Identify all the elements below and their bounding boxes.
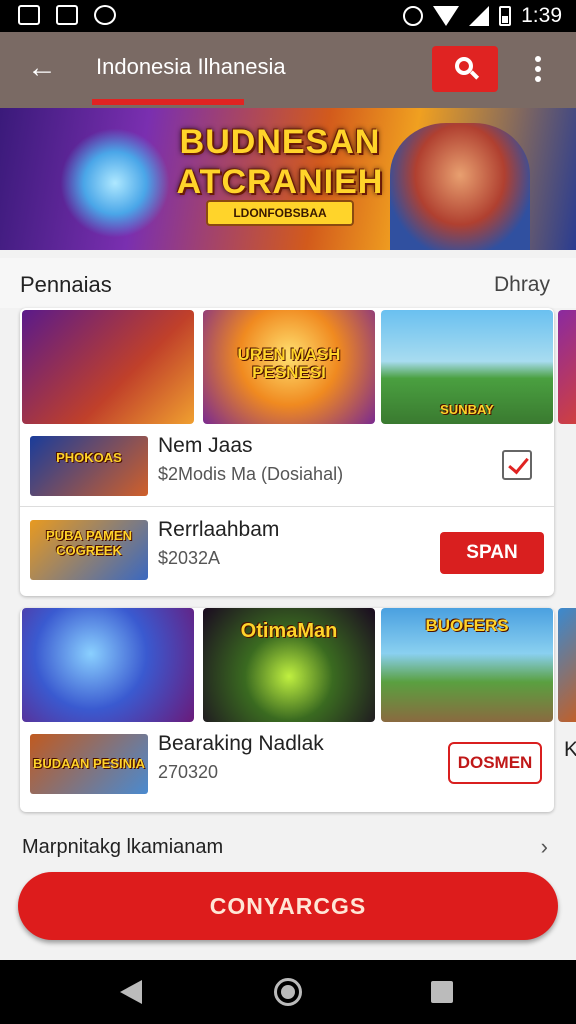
banner-hero-art [390,123,530,250]
dosmen-button[interactable]: DOSMEN [448,742,542,784]
thumbnail-row: OtimaMan BUOFERS [20,608,576,722]
promo-banner[interactable]: BUDNESAN ATCRANIEH LDONFOBSBAA [0,108,576,250]
section-header: Pennaias Dhray [0,258,576,308]
see-more-row[interactable]: Marpnitakg lkamianam › [0,822,576,872]
back-button[interactable]: ← [22,48,62,88]
search-button[interactable] [432,46,498,92]
arrow-left-icon: ← [27,51,57,84]
system-nav-bar [0,960,576,1024]
status-time: 1:39 [521,4,562,27]
tab-indicator [92,99,244,105]
section-title: Pennaias [20,272,112,297]
section-more-link[interactable]: Dhray [494,273,550,297]
next-thumbnail-peek[interactable] [558,310,576,424]
banner-title: BUDNESAN ATCRANIEH [176,123,384,201]
game-thumbnail[interactable]: BUOFERS [381,608,553,722]
item-price: 270320 [158,762,219,782]
cell-signal-icon [469,6,490,26]
page-title: Indonesia Ilhanesia [96,54,286,79]
game-thumbnail[interactable]: UREN MASH PESNESI [203,310,375,424]
list-item[interactable]: PUBA PAMEN COGREEK Rerrlaahbam $2032A SP… [20,508,554,594]
item-thumbnail: PUBA PAMEN COGREEK [30,520,148,580]
status-bar: 1:39 [0,0,576,32]
ball-notification-icon [94,5,116,25]
app-bar: ← Indonesia Ilhanesia [0,32,576,108]
game-thumbnail[interactable] [22,310,194,424]
item-thumbnail: PHOKOAS [30,436,148,496]
image-notification-icon [18,5,40,25]
span-button[interactable]: SPAN [440,532,544,574]
banner-subtitle: LDONFOBSBAA [206,200,354,226]
battery-icon [499,6,512,26]
item-name: Rerrlaahbam [158,518,280,541]
game-thumbnail[interactable] [22,608,194,722]
nav-home-icon[interactable] [274,978,302,1006]
item-checkbox[interactable] [502,450,532,480]
divider [20,506,554,507]
item-price: $2Modis Ma (Dosiahal) [158,464,344,484]
game-thumbnail[interactable]: SUNBAY [381,310,553,424]
banner-cannon-art [60,128,170,238]
item-price: $2032A [158,548,221,568]
list-item[interactable]: PHOKOAS Nem Jaas $2Modis Ma (Dosiahal) [20,424,554,510]
next-item-peek: K [564,738,576,761]
more-options-button[interactable] [528,52,548,88]
download-notification-icon [56,5,78,25]
next-thumbnail-peek[interactable] [558,608,576,722]
thumbnail-row: UREN MASH PESNESI SUNBAY [20,310,576,424]
primary-action-button[interactable]: CONYARCGS [18,872,558,940]
chevron-right-icon: › [540,834,548,859]
nav-back-icon[interactable] [120,980,142,1004]
item-thumbnail: BUDAAN PESINIA [30,734,148,794]
more-vertical-icon [535,56,541,62]
item-name: Bearaking Nadlak [158,732,324,755]
list-item[interactable]: BUDAAN PESINIA Bearaking Nadlak 270320 D… [20,722,554,808]
wifi-icon [433,6,460,26]
game-thumbnail[interactable]: OtimaMan [203,608,375,722]
alarm-icon [403,6,424,26]
item-name: Nem Jaas [158,434,253,457]
see-more-label: Marpnitakg lkamianam [22,836,224,858]
nav-recents-icon[interactable] [431,981,453,1003]
